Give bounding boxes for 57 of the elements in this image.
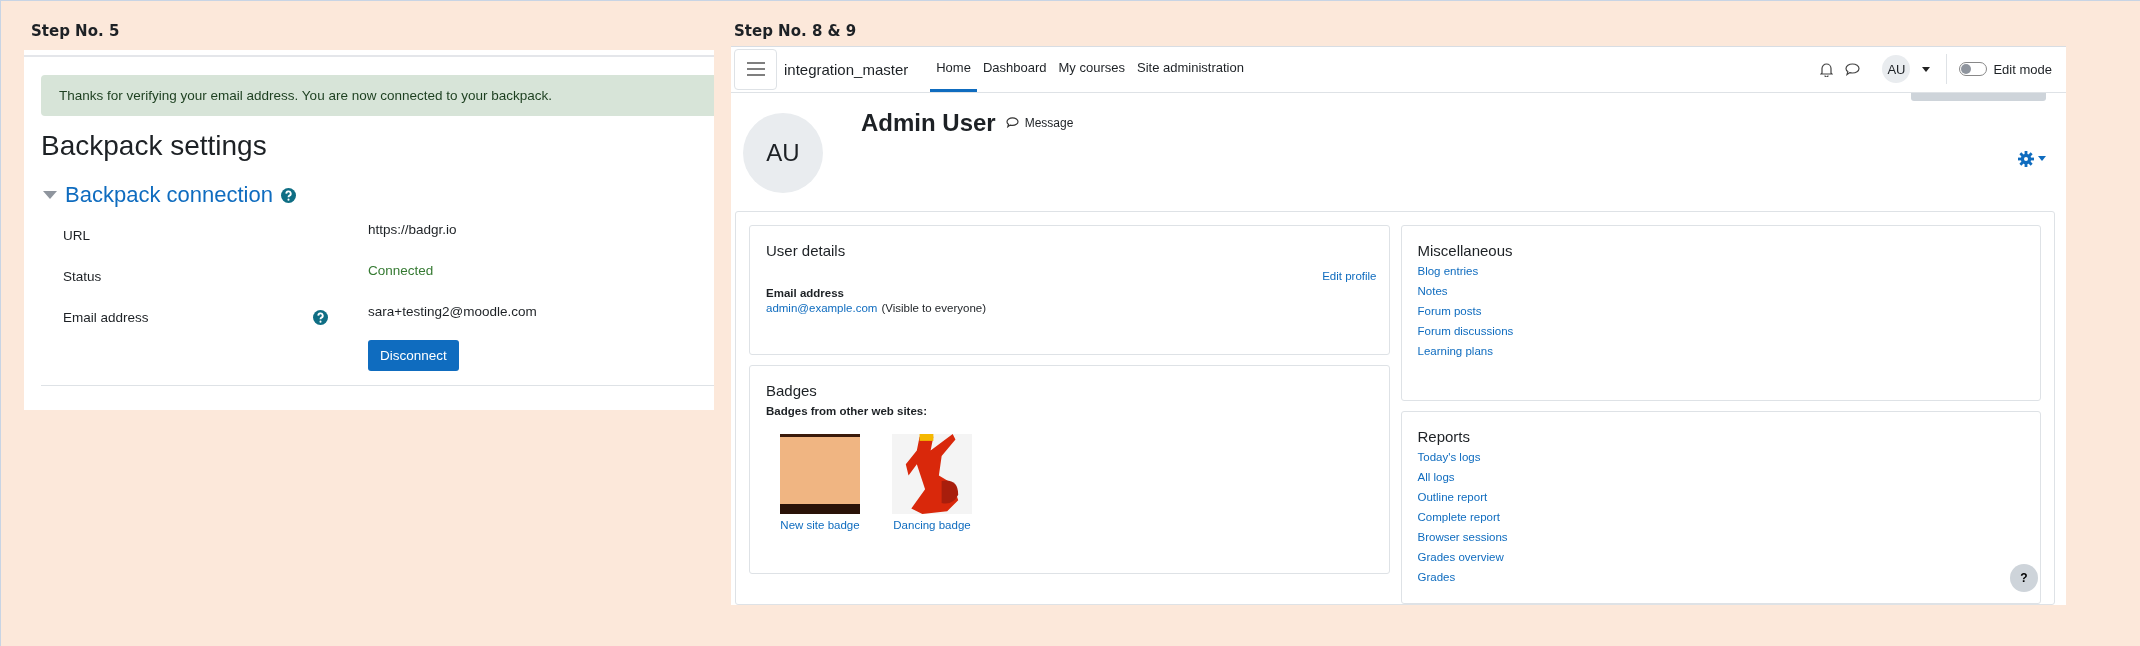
help-button[interactable]: ? bbox=[2010, 564, 2038, 592]
success-alert: Thanks for verifying your email address. You are now connected to your backpack. bbox=[41, 75, 714, 116]
disconnect-button[interactable]: Disconnect bbox=[368, 340, 459, 371]
badge-link[interactable]: New site badge bbox=[780, 519, 860, 531]
step-caption: Step No. 5 bbox=[31, 22, 121, 42]
field-label: Email address bbox=[766, 287, 845, 299]
profile-link[interactable]: Forum discussions bbox=[1417, 325, 1514, 337]
menu-icon[interactable] bbox=[746, 62, 765, 77]
report-link[interactable]: All logs bbox=[1417, 471, 1455, 483]
edit-profile-link[interactable]: Edit profile bbox=[1322, 270, 1377, 282]
dancer-drawing[interactable] bbox=[892, 434, 972, 514]
section-heading[interactable]: Backpack connection bbox=[65, 182, 273, 208]
photo-placeholder[interactable] bbox=[780, 434, 860, 514]
user-avatar[interactable]: AU bbox=[1882, 55, 1911, 84]
nav-tab[interactable]: Dashboard bbox=[976, 47, 1053, 92]
help-icon[interactable] bbox=[313, 310, 328, 325]
field-label: Email address bbox=[62, 309, 150, 325]
badge-link[interactable]: Dancing badge bbox=[893, 519, 971, 531]
report-link[interactable]: Outline report bbox=[1417, 491, 1488, 503]
nav-tab[interactable]: Home bbox=[930, 47, 977, 92]
chat-bubble-icon[interactable] bbox=[1005, 117, 1019, 129]
user-avatar: AU bbox=[743, 112, 823, 193]
menu-button[interactable] bbox=[734, 49, 777, 90]
message-link[interactable]: Message bbox=[1024, 115, 1074, 130]
report-link[interactable]: Grades overview bbox=[1417, 551, 1504, 563]
card-title: Reports bbox=[1417, 428, 1472, 445]
field-label: URL bbox=[62, 227, 91, 243]
report-link[interactable]: Browser sessions bbox=[1417, 531, 1508, 543]
profile-link[interactable]: Learning plans bbox=[1417, 345, 1493, 357]
caret-icon[interactable] bbox=[1922, 67, 1931, 72]
visibility-note: (Visible to everyone) bbox=[881, 302, 986, 314]
help-icon[interactable] bbox=[280, 187, 296, 203]
field-value: Connected bbox=[368, 263, 434, 278]
report-link[interactable]: Grades bbox=[1417, 571, 1456, 583]
nav-tab[interactable]: My courses bbox=[1052, 47, 1131, 92]
page-title: Backpack settings bbox=[41, 130, 268, 162]
step-caption: Step No. 8 & 9 bbox=[734, 22, 858, 42]
card-title: Miscellaneous bbox=[1417, 242, 1514, 259]
nav-tab[interactable]: Site administration bbox=[1131, 47, 1250, 92]
user-name: Admin User bbox=[861, 108, 996, 137]
bell-icon[interactable] bbox=[1820, 62, 1834, 77]
toggle-label: Edit mode bbox=[1993, 62, 2052, 77]
field-value: sara+testing2@moodle.com bbox=[368, 304, 537, 319]
subheading: Badges from other web sites: bbox=[766, 405, 929, 417]
email-link[interactable]: admin@example.com bbox=[766, 302, 878, 314]
profile-link[interactable]: Forum posts bbox=[1417, 305, 1482, 317]
field-label: Status bbox=[62, 268, 103, 284]
settings-icon[interactable] bbox=[2018, 150, 2034, 167]
field-value: https://badgr.io bbox=[368, 222, 457, 237]
site-name[interactable]: integration_master bbox=[784, 61, 909, 78]
card-title: User details bbox=[766, 242, 847, 259]
report-link[interactable]: Today's logs bbox=[1417, 451, 1481, 463]
report-link[interactable]: Complete report bbox=[1417, 511, 1500, 523]
chat-bubble-icon[interactable] bbox=[1845, 63, 1861, 76]
card-title: Badges bbox=[766, 382, 818, 399]
profile-link[interactable]: Notes bbox=[1417, 285, 1448, 297]
profile-link[interactable]: Blog entries bbox=[1417, 265, 1479, 277]
